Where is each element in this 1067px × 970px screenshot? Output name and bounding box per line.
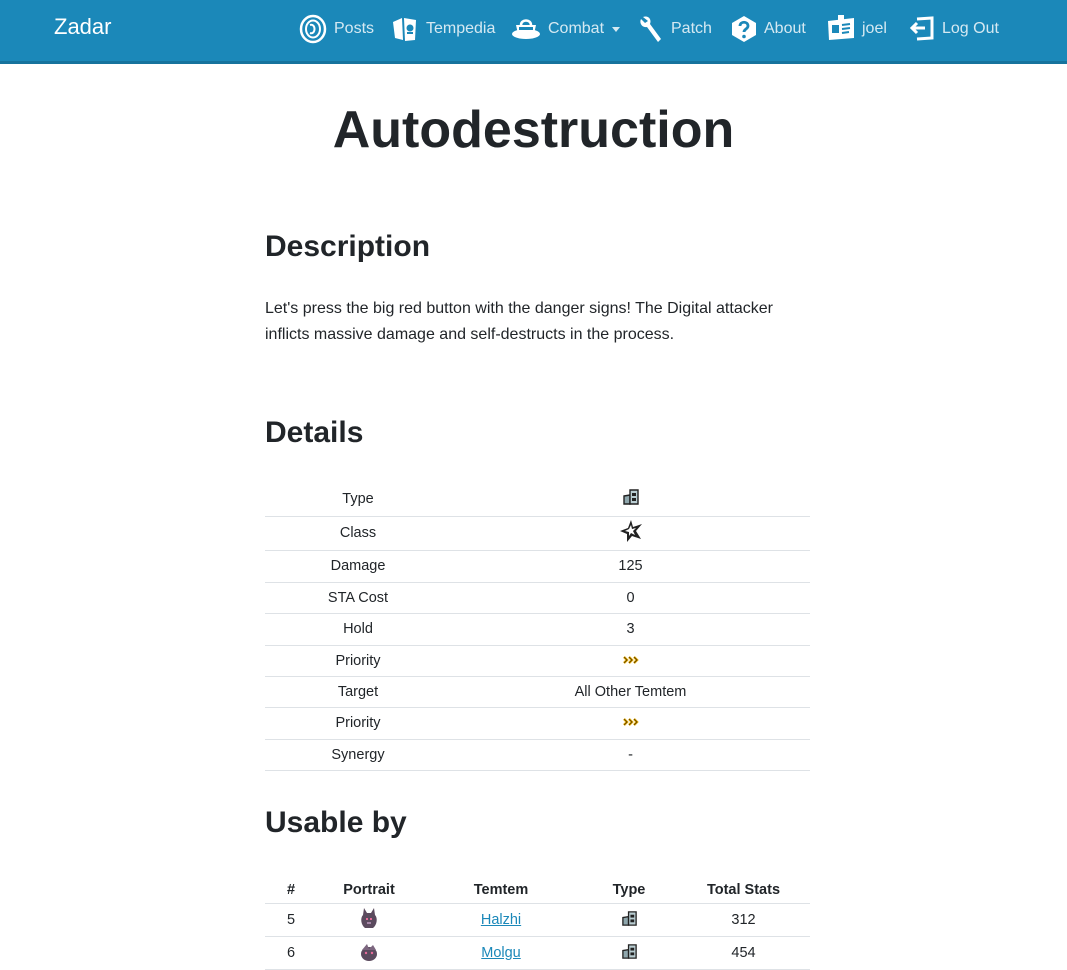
usable-by-heading: Usable by <box>265 806 407 839</box>
priority-icon <box>622 715 639 731</box>
digital-type-icon <box>622 488 640 510</box>
temtem-total-stats: 312 <box>677 903 810 937</box>
temtem-name: Halzhi <box>421 903 581 937</box>
details-label: Priority <box>265 645 451 677</box>
temtem-number: 6 <box>265 936 317 970</box>
details-row: Priority <box>265 645 810 677</box>
digital-type-icon <box>621 910 638 931</box>
description-heading: Description <box>265 230 431 263</box>
table-row: 5 Halzhi 312 <box>265 903 810 937</box>
details-row: Target All Other Temtem <box>265 676 810 708</box>
column-header-type: Type <box>581 868 677 904</box>
details-value: 3 <box>451 613 810 646</box>
details-row: Type <box>265 482 810 517</box>
table-header-row: # Portrait Temtem Type Total Stats <box>265 868 810 904</box>
column-header-portrait: Portrait <box>317 868 421 904</box>
usable-by-table: # Portrait Temtem Type Total Stats 5 Hal… <box>265 868 810 970</box>
temtem-portrait <box>317 903 421 937</box>
description-text: Let's press the big red button with the … <box>265 300 773 343</box>
temtem-number: 5 <box>265 903 317 937</box>
tempedia-icon <box>390 14 420 44</box>
nav-patch[interactable]: Patch <box>639 12 712 46</box>
temtem-link[interactable]: Halzhi <box>481 912 521 928</box>
details-label: STA Cost <box>265 582 451 614</box>
nav-posts[interactable]: Posts <box>298 12 374 46</box>
details-row: Class <box>265 516 810 551</box>
details-value: 125 <box>451 550 810 583</box>
nav-logout[interactable]: Log Out <box>908 12 999 46</box>
details-value: 0 <box>451 582 810 614</box>
temtem-total-stats: 454 <box>677 936 810 970</box>
nav-user-profile[interactable]: joel <box>826 12 887 46</box>
details-value <box>451 645 810 677</box>
halzhi-portrait <box>358 906 380 934</box>
nav-tempedia[interactable]: Tempedia <box>390 12 495 46</box>
details-row: Damage 125 <box>265 550 810 583</box>
physical-class-icon <box>619 519 643 547</box>
nav-tempedia-label: Tempedia <box>426 20 496 37</box>
column-header-total-stats: Total Stats <box>677 868 810 904</box>
temtem-type <box>581 936 677 970</box>
details-label: Class <box>265 516 451 551</box>
details-row: Hold 3 <box>265 613 810 646</box>
details-label: Target <box>265 676 451 708</box>
digital-type-icon <box>621 943 638 964</box>
details-row: STA Cost 0 <box>265 582 810 614</box>
nav-posts-label: Posts <box>334 20 375 37</box>
details-label: Synergy <box>265 739 451 771</box>
details-label: Type <box>265 482 451 517</box>
nav-patch-label: Patch <box>671 20 712 37</box>
details-label: Damage <box>265 550 451 583</box>
question-icon <box>730 15 758 43</box>
details-row: Priority <box>265 707 810 740</box>
table-row: 6 Molgu 454 <box>265 936 810 970</box>
wrench-icon <box>639 14 665 44</box>
nav-combat-label: Combat <box>548 20 605 37</box>
column-header-number: # <box>265 868 317 904</box>
nav-logout-label: Log Out <box>942 20 999 37</box>
details-value <box>451 707 810 740</box>
chevron-down-icon <box>612 26 621 32</box>
logout-icon <box>908 15 936 43</box>
details-value <box>451 516 810 551</box>
nav-about[interactable]: About <box>730 12 806 46</box>
details-value: - <box>451 739 810 771</box>
priority-icon <box>622 653 639 669</box>
temtem-link[interactable]: Molgu <box>481 945 521 961</box>
id-card-icon <box>826 15 856 43</box>
details-value <box>451 482 810 517</box>
details-heading: Details <box>265 416 364 449</box>
page-title: Autodestruction <box>332 101 735 159</box>
top-navbar: Zadar Posts Tempedia Combat Patch About … <box>0 0 1067 64</box>
temtem-name: Molgu <box>421 936 581 970</box>
details-value: All Other Temtem <box>451 676 810 708</box>
nav-user-label: joel <box>862 20 887 37</box>
temtem-portrait <box>317 936 421 970</box>
nav-about-label: About <box>764 20 806 37</box>
column-header-temtem: Temtem <box>421 868 581 904</box>
brand-link[interactable]: Zadar <box>54 14 111 40</box>
nav-combat-dropdown[interactable]: Combat <box>510 12 621 46</box>
details-label: Priority <box>265 707 451 740</box>
details-row: Synergy - <box>265 739 810 771</box>
details-label: Hold <box>265 613 451 646</box>
temtem-type <box>581 903 677 937</box>
posts-icon <box>298 14 328 44</box>
details-table: Type Class Damage 125 STA Cost 0 Hold 3 … <box>265 482 810 771</box>
molgu-portrait <box>358 939 380 967</box>
combat-icon <box>510 14 542 44</box>
